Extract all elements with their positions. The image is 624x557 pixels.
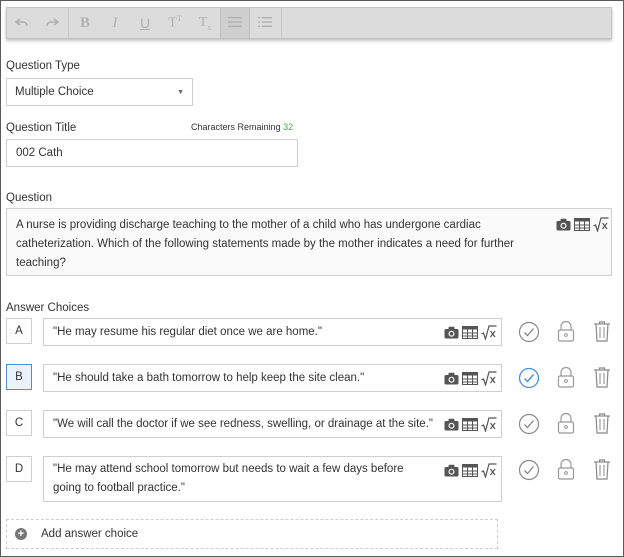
superscript-button[interactable]: TT xyxy=(160,8,190,38)
answer-text: "He may attend school tomorrow but needs… xyxy=(53,463,404,494)
answer-letter-a[interactable]: A xyxy=(6,318,32,344)
table-icon[interactable] xyxy=(462,372,478,385)
question-type-value: Multiple Choice xyxy=(15,86,94,98)
numbered-list-button[interactable] xyxy=(250,8,280,38)
redo-button[interactable] xyxy=(37,8,67,38)
camera-icon[interactable] xyxy=(444,418,459,431)
lock-icon xyxy=(557,366,575,388)
formatting-toolbar: B I U TT Tx xyxy=(6,7,612,39)
question-insert-icons xyxy=(556,217,609,232)
redo-icon xyxy=(45,15,60,31)
table-icon[interactable] xyxy=(462,464,478,477)
check-circle-icon xyxy=(518,321,540,343)
question-type-select[interactable]: Multiple Choice ▼ xyxy=(6,78,193,106)
answer-insert-icons xyxy=(444,325,497,340)
delete-button[interactable] xyxy=(593,412,611,434)
lock-button[interactable] xyxy=(556,458,576,480)
answer-input-c[interactable]: "We will call the doctor if we see redne… xyxy=(43,410,502,438)
characters-remaining: Characters Remaining 32 xyxy=(191,122,293,132)
table-icon[interactable] xyxy=(574,218,590,231)
camera-icon[interactable] xyxy=(444,326,459,339)
answer-input-d[interactable]: "He may attend school tomorrow but needs… xyxy=(43,456,502,502)
caret-down-icon: ▼ xyxy=(177,88,184,96)
question-label: Question xyxy=(6,192,53,204)
question-title-label: Question Title xyxy=(6,122,77,134)
math-formula-icon[interactable] xyxy=(593,217,609,232)
answer-input-b[interactable]: "He should take a bath tomorrow to help … xyxy=(43,364,502,392)
trash-icon xyxy=(594,367,610,388)
lock-button[interactable] xyxy=(556,366,576,388)
numbered-list-icon xyxy=(258,15,272,31)
math-formula-icon[interactable] xyxy=(481,325,497,340)
check-circle-icon xyxy=(518,459,540,481)
subscript-button[interactable]: Tx xyxy=(190,8,220,38)
italic-button[interactable]: I xyxy=(100,8,130,38)
lock-button[interactable] xyxy=(556,320,576,342)
question-type-label: Question Type xyxy=(6,60,80,72)
lock-icon xyxy=(557,412,575,434)
mark-correct-button[interactable] xyxy=(518,321,540,343)
delete-button[interactable] xyxy=(593,458,611,480)
undo-button[interactable] xyxy=(7,8,37,38)
check-circle-icon xyxy=(518,367,540,389)
bold-icon: B xyxy=(79,14,90,31)
table-icon[interactable] xyxy=(462,326,478,339)
camera-icon[interactable] xyxy=(444,464,459,477)
answer-letter-b[interactable]: B xyxy=(6,364,32,390)
trash-icon xyxy=(594,459,610,480)
characters-remaining-count: 32 xyxy=(283,122,294,132)
superscript-icon: TT xyxy=(168,14,182,31)
answer-text: "He should take a bath tomorrow to help … xyxy=(53,372,365,384)
mark-correct-button[interactable] xyxy=(518,367,540,389)
question-title-value: 002 Cath xyxy=(16,147,63,159)
trash-icon xyxy=(594,321,610,342)
bulleted-list-icon xyxy=(228,15,242,31)
check-circle-icon xyxy=(518,413,540,435)
lock-icon xyxy=(557,458,575,480)
lock-button[interactable] xyxy=(556,412,576,434)
delete-button[interactable] xyxy=(593,320,611,342)
trash-icon xyxy=(594,413,610,434)
plus-circle-icon: + xyxy=(15,528,27,540)
add-answer-choice-label: Add answer choice xyxy=(41,528,139,540)
add-answer-choice-button[interactable]: + Add answer choice xyxy=(6,519,498,549)
toolbar-divider xyxy=(68,8,69,38)
mark-correct-button[interactable] xyxy=(518,413,540,435)
answer-choices-label: Answer Choices xyxy=(6,302,90,314)
math-formula-icon[interactable] xyxy=(481,417,497,432)
camera-icon[interactable] xyxy=(556,218,571,231)
lock-icon xyxy=(557,320,575,342)
toolbar-divider xyxy=(281,8,282,38)
answer-letter-d[interactable]: D xyxy=(6,456,32,482)
mark-correct-button[interactable] xyxy=(518,459,540,481)
bold-button[interactable]: B xyxy=(70,8,100,38)
answer-letter-c[interactable]: C xyxy=(6,410,32,436)
italic-icon: I xyxy=(112,14,118,31)
characters-remaining-label: Characters Remaining xyxy=(191,122,281,132)
question-text: A nurse is providing discharge teaching … xyxy=(16,219,514,269)
answer-text: "He may resume his regular diet once we … xyxy=(53,326,322,338)
answer-text: "We will call the doctor if we see redne… xyxy=(53,418,433,430)
answer-input-a[interactable]: "He may resume his regular diet once we … xyxy=(43,318,502,346)
underline-icon: U xyxy=(139,15,151,31)
question-editor[interactable]: A nurse is providing discharge teaching … xyxy=(6,208,612,276)
table-icon[interactable] xyxy=(462,418,478,431)
answer-insert-icons xyxy=(444,371,497,386)
math-formula-icon[interactable] xyxy=(481,371,497,386)
answer-insert-icons xyxy=(444,463,497,478)
underline-button[interactable]: U xyxy=(130,8,160,38)
camera-icon[interactable] xyxy=(444,372,459,385)
undo-icon xyxy=(14,15,29,31)
subscript-icon: Tx xyxy=(198,14,212,32)
question-title-input[interactable]: 002 Cath xyxy=(6,139,298,167)
bulleted-list-button[interactable] xyxy=(220,8,250,38)
answer-insert-icons xyxy=(444,417,497,432)
math-formula-icon[interactable] xyxy=(481,463,497,478)
delete-button[interactable] xyxy=(593,366,611,388)
